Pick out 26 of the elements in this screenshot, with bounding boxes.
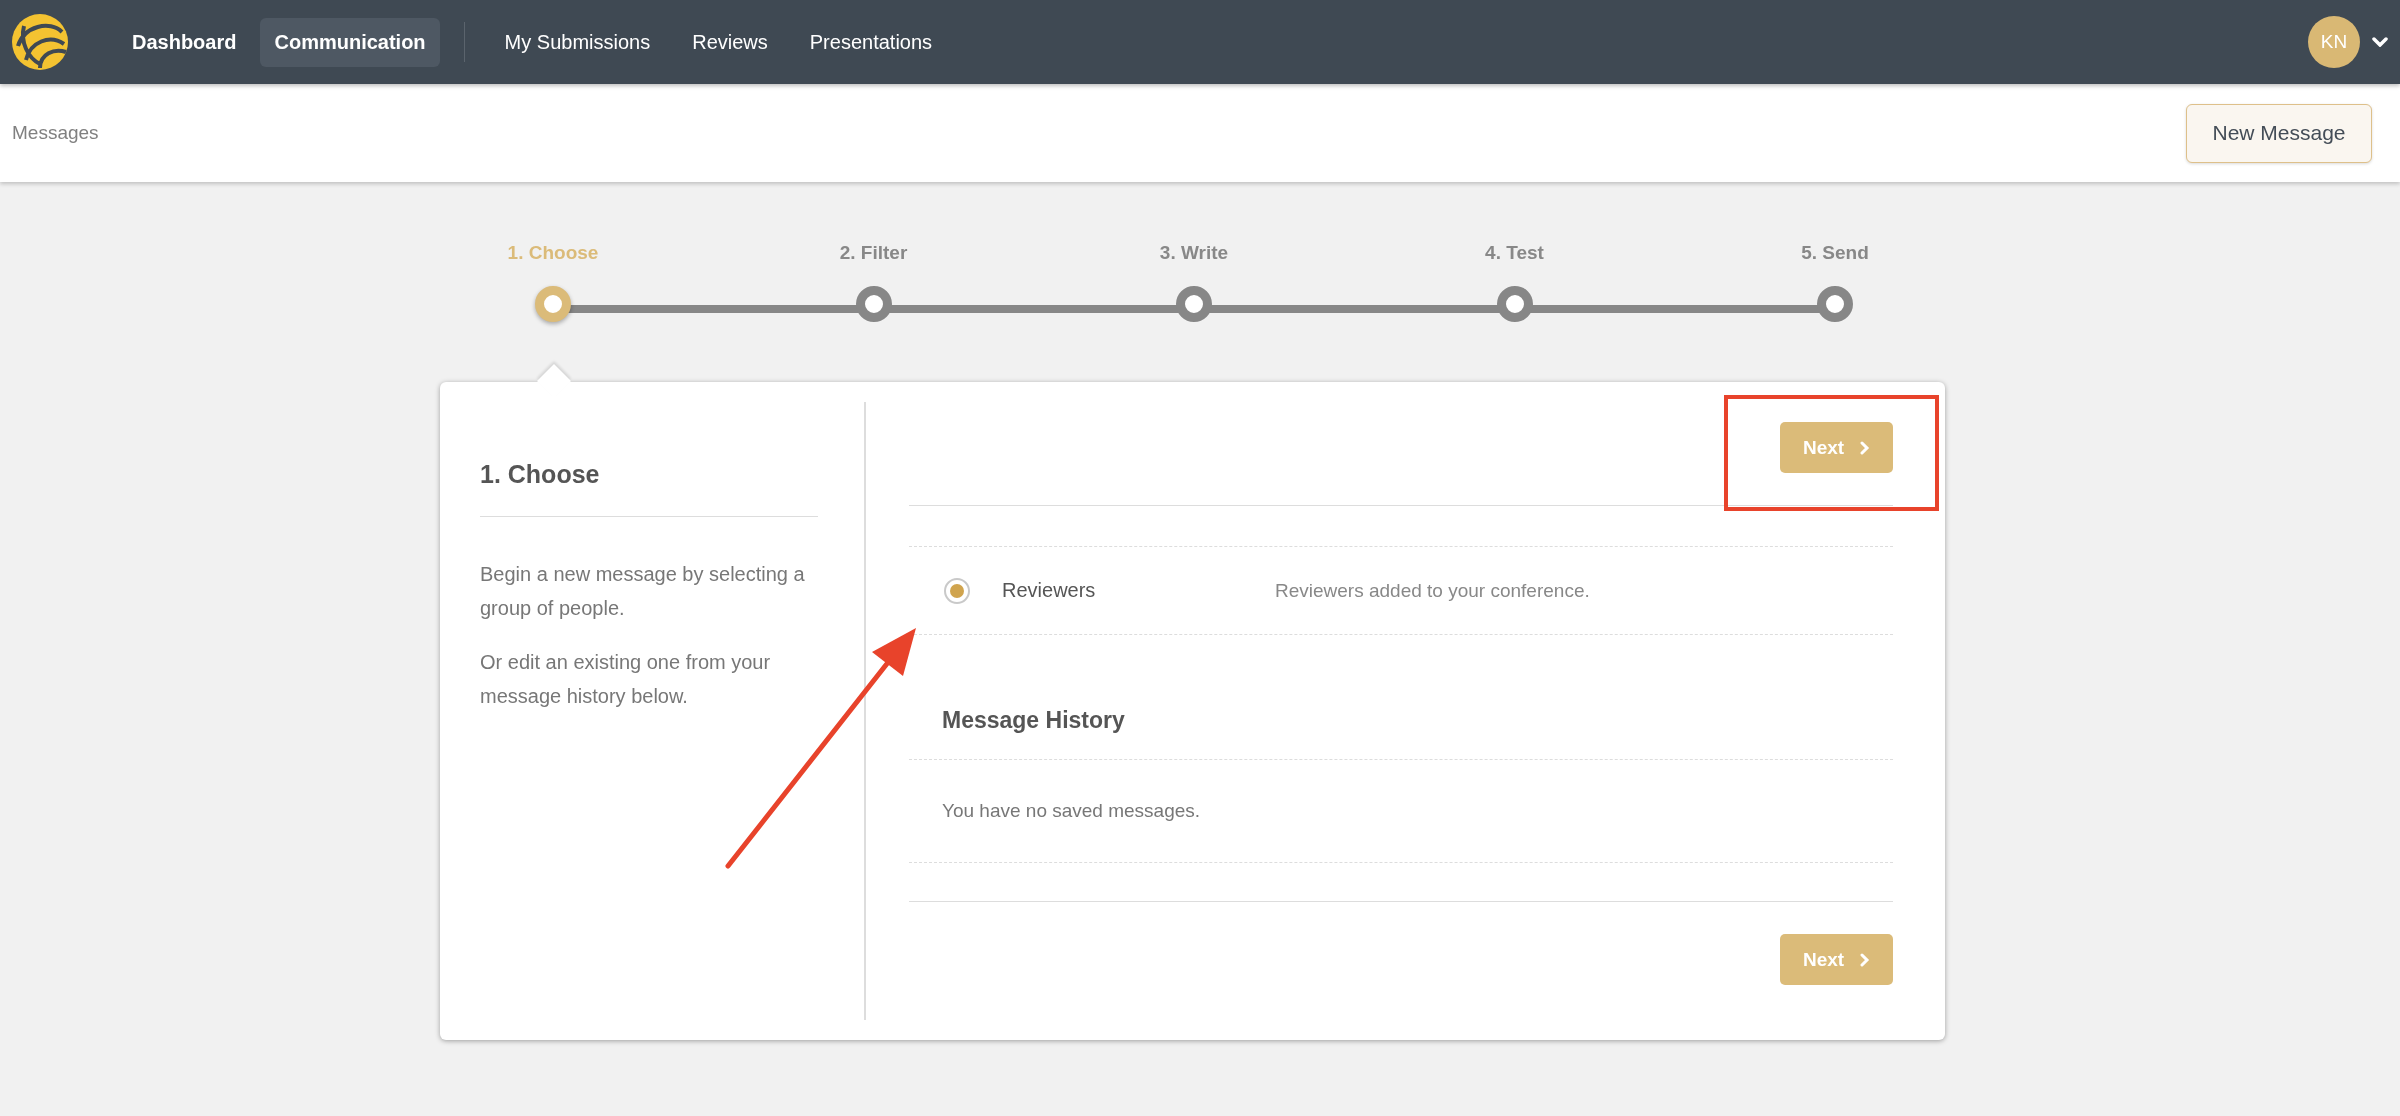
radio-button[interactable] bbox=[944, 577, 970, 604]
nav-tab[interactable]: Presentations bbox=[795, 17, 947, 67]
section-heading: Message History bbox=[909, 707, 1893, 760]
step-marker[interactable] bbox=[535, 286, 571, 322]
chevron-down-icon[interactable] bbox=[2372, 37, 2388, 47]
step-marker[interactable] bbox=[1817, 286, 1853, 322]
nav-tab[interactable]: Dashboard bbox=[118, 17, 251, 67]
step-label: 3. Write bbox=[1159, 242, 1229, 265]
nav-tab[interactable]: Reviews bbox=[678, 17, 782, 67]
group-name: Reviewers bbox=[1002, 579, 1097, 602]
empty-message: You have no saved messages. bbox=[909, 760, 1893, 863]
nav-tab[interactable]: My Submissions bbox=[490, 17, 665, 67]
instruction-text: Begin a new message by selecting a group of people. bbox=[480, 562, 806, 621]
step-label: 5. Send bbox=[1801, 242, 1869, 265]
group-description: Reviewers added to your conference. bbox=[1275, 579, 1590, 602]
instruction-text: Or edit an existing one from your message history below. bbox=[480, 650, 772, 709]
chevron-right-icon bbox=[1860, 952, 1871, 967]
nav-tab[interactable]: Communication bbox=[260, 17, 440, 67]
step-label: 4. Test bbox=[1485, 242, 1544, 265]
panel-title: 1. Choose bbox=[480, 460, 818, 517]
new-message-button[interactable]: New Message bbox=[2186, 103, 2372, 163]
step-label: 1. Choose bbox=[507, 242, 599, 265]
page-title: Messages bbox=[12, 122, 99, 144]
step-label: 2. Filter bbox=[839, 242, 908, 265]
chevron-right-icon bbox=[1860, 440, 1871, 455]
logo-icon[interactable] bbox=[10, 12, 70, 72]
